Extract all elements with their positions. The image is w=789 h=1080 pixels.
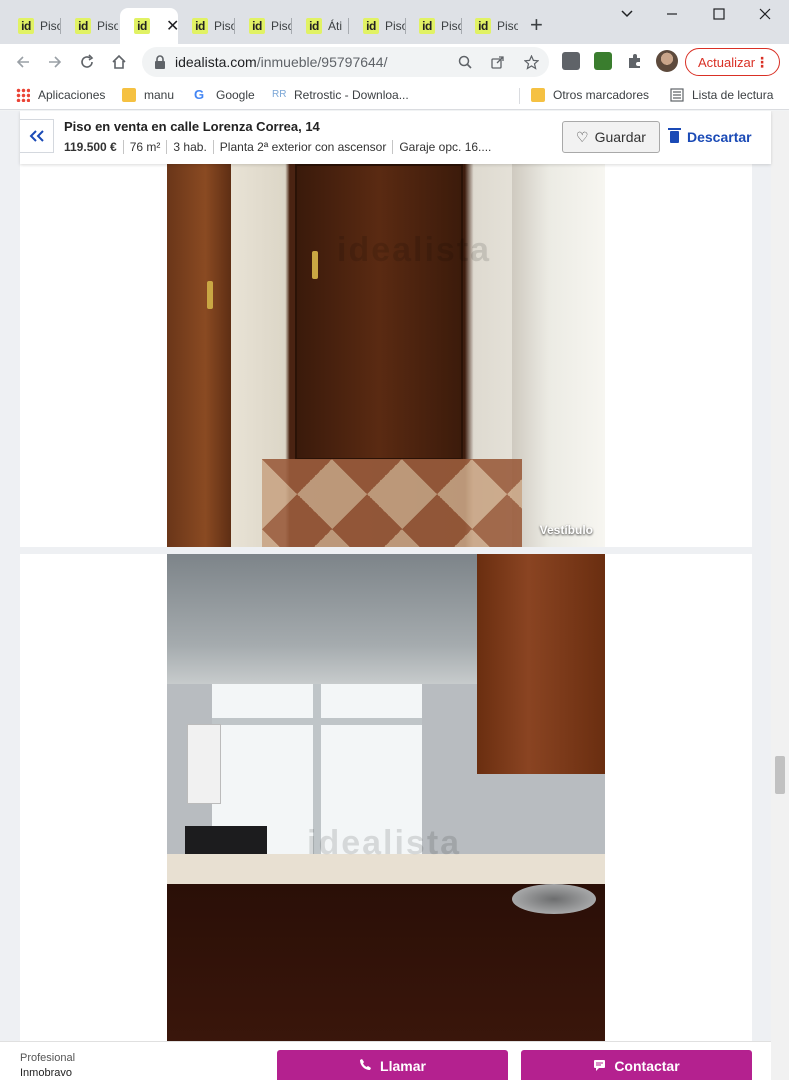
agency-name: Inmobravo: [20, 1067, 72, 1079]
listing-sticky-header: Piso en venta en calle Lorenza Correa, 1…: [20, 111, 771, 164]
folder-icon: [531, 88, 545, 102]
reading-list-icon: [670, 88, 684, 102]
zoom-search-icon[interactable]: [456, 53, 474, 71]
tab-title: Piso: [271, 19, 292, 33]
forward-arrow-icon[interactable]: [45, 52, 65, 72]
bookmark-star-icon[interactable]: [522, 53, 540, 71]
idealista-favicon-icon: id: [18, 18, 34, 34]
bookmarks-bar: Aplicaciones manu G Google RR Retrostic …: [0, 80, 789, 110]
listing-area: 76 m²: [122, 140, 167, 154]
close-tab-icon[interactable]: ✕: [166, 16, 178, 36]
browser-tab[interactable]: id Áti: [292, 8, 349, 44]
browser-tab[interactable]: id Piso: [349, 8, 406, 44]
browser-tab[interactable]: id Piso: [235, 8, 292, 44]
tab-strip: id Piso id Piso id ✕ id Piso id Piso id …: [0, 0, 789, 44]
listing-photo[interactable]: idealista Vestíbulo: [167, 111, 605, 547]
listing-photo[interactable]: idealista: [167, 554, 605, 1044]
maximize-icon[interactable]: [712, 6, 726, 25]
home-icon[interactable]: [109, 52, 129, 72]
browser-tab[interactable]: id Piso: [178, 8, 235, 44]
reload-icon[interactable]: [77, 52, 97, 72]
tab-title: Piso: [97, 19, 118, 33]
extension-icon[interactable]: [594, 52, 612, 70]
contact-button[interactable]: Contactar: [521, 1050, 752, 1080]
agency-type: Profesional: [20, 1052, 76, 1064]
idealista-favicon-icon: id: [75, 18, 91, 34]
save-button[interactable]: ♡ Guardar: [562, 121, 660, 153]
google-icon: G: [194, 87, 205, 102]
apps-grid-icon: [16, 88, 30, 102]
address-bar[interactable]: idealista.com/inmueble/95797644/: [142, 47, 549, 77]
browser-tab[interactable]: id Piso: [4, 8, 61, 44]
listing-garage: Garaje opc. 16....: [392, 140, 497, 154]
listing-price: 119.500 €: [64, 140, 117, 154]
bookmark-folder-manu[interactable]: manu: [122, 86, 174, 104]
folder-icon: [122, 88, 136, 102]
browser-tab[interactable]: id Piso: [405, 8, 462, 44]
bookmark-otros[interactable]: Otros marcadores: [531, 86, 649, 104]
bookmarks-divider: [519, 88, 520, 104]
trash-icon: [668, 128, 681, 143]
tab-title: Áti: [328, 19, 343, 33]
idealista-favicon-icon: id: [306, 18, 322, 34]
watermark: idealista: [307, 824, 462, 862]
scrollbar-thumb[interactable]: [775, 756, 785, 794]
phone-icon: [359, 1058, 372, 1074]
call-button[interactable]: Llamar: [277, 1050, 508, 1080]
bookmark-google[interactable]: G Google: [194, 86, 255, 104]
listing-floor: Planta 2ª exterior con ascensor: [212, 140, 393, 154]
puzzle-icon[interactable]: [626, 52, 644, 70]
idealista-favicon-icon: id: [419, 18, 435, 34]
update-button[interactable]: Actualizar ⋮: [685, 48, 780, 76]
menu-dots-icon[interactable]: ⋮: [755, 53, 769, 71]
back-chevrons-icon[interactable]: [20, 119, 54, 153]
photo-card: idealista: [20, 554, 752, 1054]
idealista-favicon-icon: id: [363, 18, 379, 34]
back-arrow-icon[interactable]: [13, 52, 33, 72]
minimize-icon[interactable]: [665, 6, 679, 25]
retrostic-icon: RR: [272, 89, 287, 100]
chat-icon: [593, 1058, 606, 1074]
bookmark-reading-list[interactable]: Lista de lectura: [670, 86, 773, 104]
tab-title: Piso: [497, 19, 518, 33]
browser-tab-active[interactable]: id ✕: [120, 8, 178, 44]
bookmark-apps[interactable]: Aplicaciones: [16, 86, 105, 104]
idealista-favicon-icon: id: [249, 18, 265, 34]
browser-tab[interactable]: id Piso: [61, 8, 118, 44]
listing-rooms: 3 hab.: [166, 140, 212, 154]
share-icon[interactable]: [489, 53, 507, 71]
tab-title: Piso: [214, 19, 235, 33]
browser-toolbar: idealista.com/inmueble/95797644/ Actuali…: [0, 44, 789, 80]
watermark: idealista: [337, 231, 492, 269]
new-tab-button[interactable]: +: [530, 14, 543, 36]
url-text: idealista.com/inmueble/95797644/: [175, 54, 388, 70]
profile-avatar[interactable]: [656, 50, 678, 72]
contact-bar: Profesional Inmobravo Llamar Contactar: [0, 1041, 771, 1080]
extension-icon[interactable]: [562, 52, 580, 70]
photo-card: idealista Vestíbulo: [20, 111, 752, 547]
idealista-favicon-icon: id: [475, 18, 491, 34]
tab-title: Piso: [385, 19, 406, 33]
idealista-favicon-icon: id: [192, 18, 208, 34]
tab-title: Piso: [441, 19, 462, 33]
close-window-icon[interactable]: [758, 6, 772, 25]
tab-title: Piso: [40, 19, 61, 33]
bookmark-retrostic[interactable]: RR Retrostic - Downloa...: [272, 86, 409, 104]
lock-icon[interactable]: [154, 55, 166, 74]
browser-tab[interactable]: id Piso: [461, 8, 518, 44]
tab-search-icon[interactable]: [620, 6, 634, 25]
scrollbar[interactable]: [771, 111, 789, 1080]
page-content: Piso en venta en calle Lorenza Correa, 1…: [0, 111, 789, 1080]
listing-title: Piso en venta en calle Lorenza Correa, 1…: [64, 119, 320, 134]
discard-button[interactable]: Descartar: [668, 121, 752, 153]
heart-icon: ♡: [576, 128, 589, 145]
photo-caption: Vestíbulo: [539, 523, 593, 537]
idealista-favicon-icon: id: [134, 18, 150, 34]
listing-meta: 119.500 € 76 m² 3 hab. Planta 2ª exterio…: [64, 140, 497, 154]
